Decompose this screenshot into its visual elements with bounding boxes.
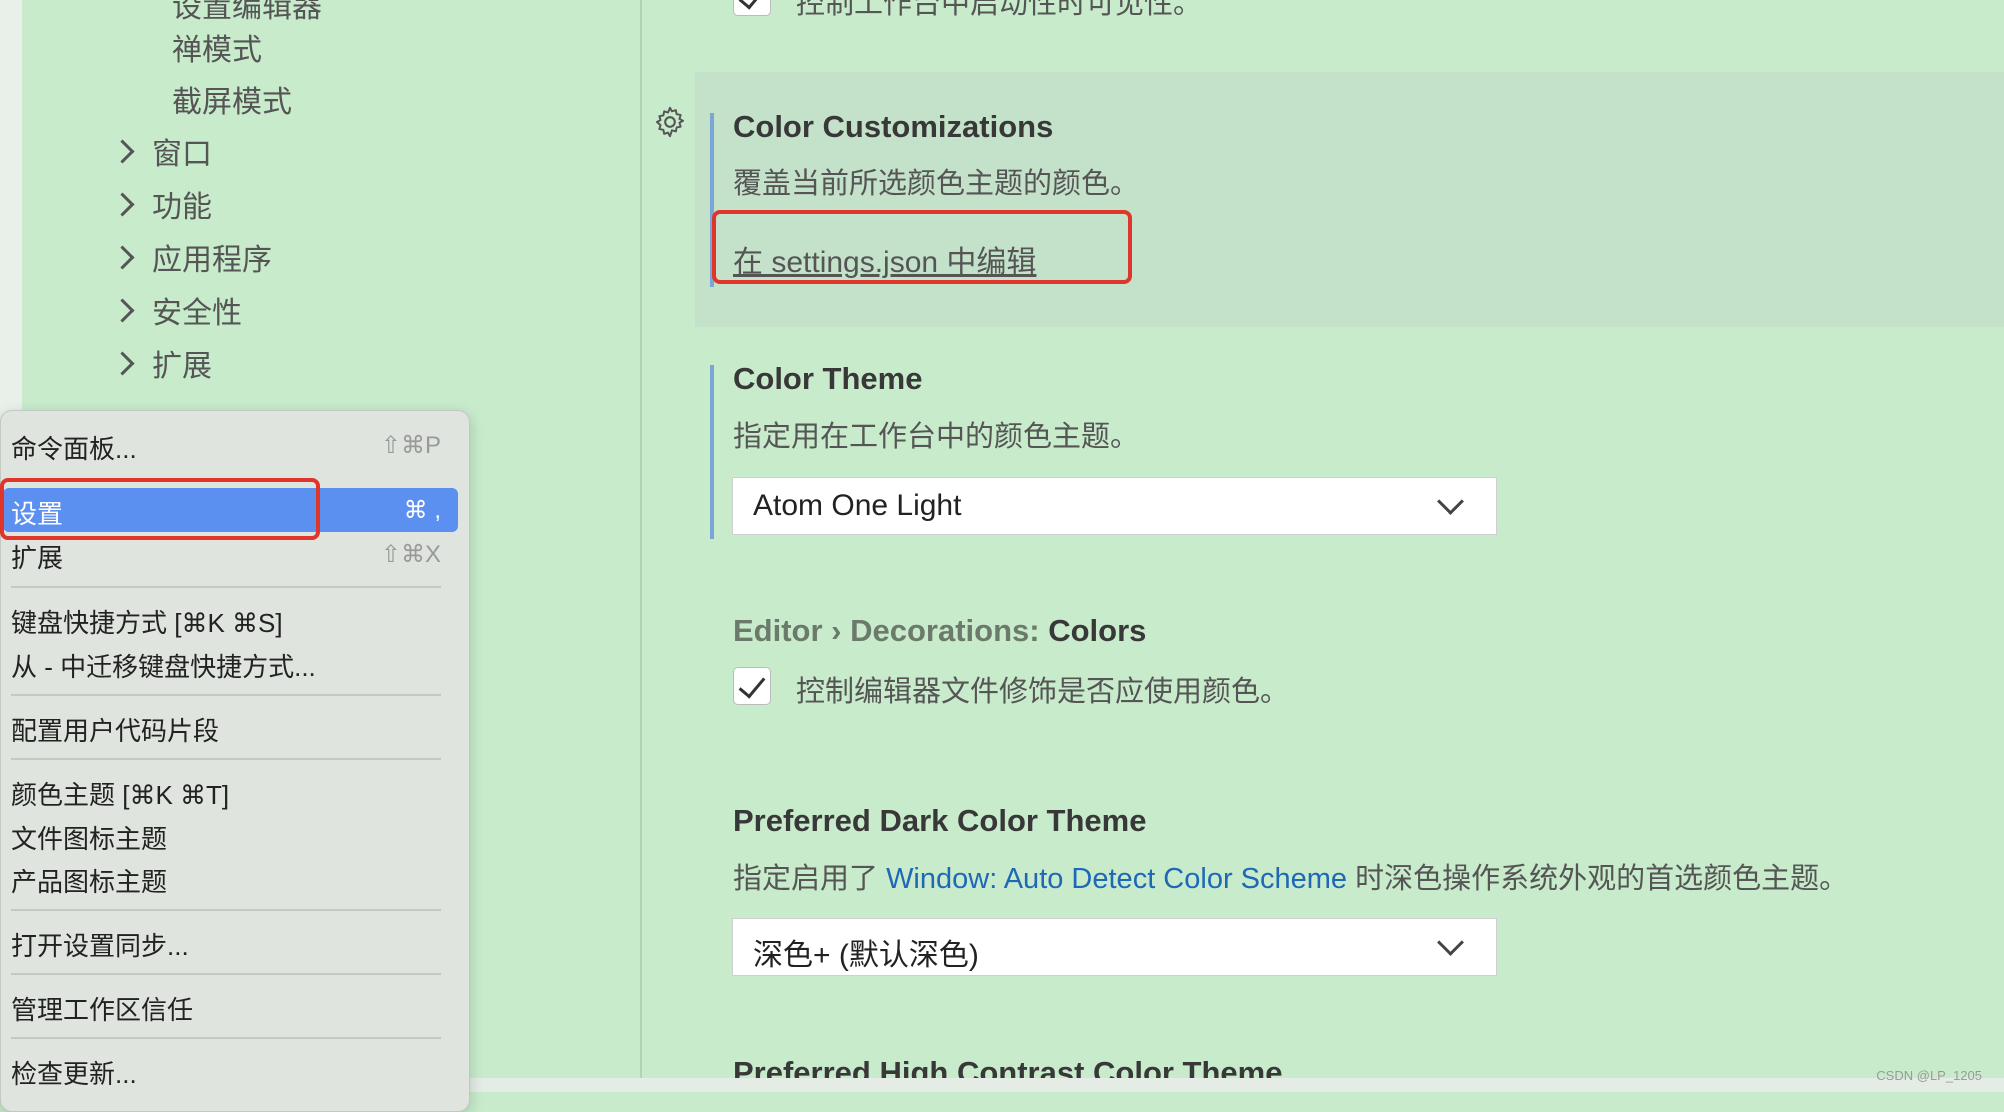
chevron-right-icon[interactable] bbox=[110, 298, 135, 323]
tree-group-extensions[interactable]: 扩展 bbox=[152, 341, 212, 385]
color-theme-select[interactable]: Atom One Light bbox=[732, 477, 1497, 535]
preferred-dark-theme-value: 深色+ (默认深色) bbox=[753, 939, 979, 972]
menu-item-migrate-shortcuts[interactable]: 从 - 中迁移键盘快捷方式... bbox=[11, 647, 316, 684]
check-icon bbox=[738, 0, 766, 10]
setting-title-color-customizations: Color Customizations bbox=[733, 109, 1054, 144]
setting-desc-decorations-colors: 控制编辑器文件修饰是否应使用颜色。 bbox=[796, 676, 1290, 708]
highlight-box-settings bbox=[0, 478, 320, 540]
setting-category: Editor › Decorations: bbox=[733, 613, 1049, 648]
setting-top-desc: 控制工作台中启动性时可见性。 bbox=[796, 0, 1203, 20]
menu-item-extensions[interactable]: 扩展 bbox=[11, 538, 63, 575]
desc-suffix: 时深色操作系统外观的首选颜色主题。 bbox=[1347, 863, 1849, 895]
setting-title-color-theme: Color Theme bbox=[733, 361, 923, 396]
pane-divider[interactable] bbox=[640, 0, 642, 1080]
shortcut-command-palette: ⇧⌘P bbox=[380, 432, 441, 459]
highlight-box-edit-link bbox=[712, 210, 1132, 284]
menu-item-user-snippets[interactable]: 配置用户代码片段 bbox=[11, 711, 219, 748]
setting-desc-preferred-dark: 指定启用了 Window: Auto Detect Color Scheme 时… bbox=[733, 855, 1848, 897]
tree-group-security[interactable]: 安全性 bbox=[152, 288, 242, 332]
tree-group-application[interactable]: 应用程序 bbox=[152, 235, 272, 279]
menu-item-file-icon-theme[interactable]: 文件图标主题 bbox=[11, 819, 167, 856]
setting-desc-color-customizations: 覆盖当前所选颜色主题的颜色。 bbox=[733, 168, 1140, 200]
setting-top-checkbox[interactable] bbox=[733, 0, 771, 16]
menu-item-command-palette[interactable]: 命令面板... bbox=[11, 429, 137, 466]
setting-name: Colors bbox=[1048, 613, 1147, 648]
menu-item-keyboard-shortcuts[interactable]: 键盘快捷方式 [⌘K ⌘S] bbox=[11, 603, 283, 640]
check-icon bbox=[738, 670, 766, 699]
menu-separator bbox=[11, 694, 441, 696]
menu-separator bbox=[11, 909, 441, 911]
chevron-right-icon[interactable] bbox=[110, 139, 135, 164]
preferred-dark-theme-select[interactable]: 深色+ (默认深色) bbox=[732, 918, 1497, 976]
color-theme-value: Atom One Light bbox=[753, 489, 962, 522]
tree-item-screencast-mode[interactable]: 截屏模式 bbox=[172, 77, 292, 121]
setting-title-preferred-dark: Preferred Dark Color Theme bbox=[733, 803, 1147, 838]
modified-indicator bbox=[710, 365, 714, 539]
menu-separator bbox=[11, 586, 441, 588]
gear-icon[interactable] bbox=[652, 104, 688, 145]
menu-item-product-icon-theme[interactable]: 产品图标主题 bbox=[11, 862, 167, 899]
menu-item-color-theme[interactable]: 颜色主题 [⌘K ⌘T] bbox=[11, 775, 229, 812]
tree-group-features[interactable]: 功能 bbox=[152, 182, 212, 226]
auto-detect-color-scheme-link[interactable]: Window: Auto Detect Color Scheme bbox=[886, 863, 1347, 895]
menu-item-check-updates[interactable]: 检查更新... bbox=[11, 1054, 137, 1091]
chevron-down-icon bbox=[1437, 929, 1464, 956]
setting-desc-color-theme: 指定用在工作台中的颜色主题。 bbox=[733, 421, 1140, 453]
tree-item-settings-editor[interactable]: 设置编辑器 bbox=[172, 0, 322, 26]
shortcut-extensions: ⇧⌘X bbox=[380, 541, 441, 568]
tree-item-zen-mode[interactable]: 禅模式 bbox=[172, 25, 262, 69]
menu-item-workspace-trust[interactable]: 管理工作区信任 bbox=[11, 990, 193, 1027]
chevron-right-icon[interactable] bbox=[110, 192, 135, 217]
menu-separator bbox=[11, 1037, 441, 1039]
shortcut-settings: ⌘ , bbox=[403, 497, 441, 524]
chevron-down-icon bbox=[1437, 488, 1464, 515]
chevron-right-icon[interactable] bbox=[110, 351, 135, 376]
menu-separator bbox=[11, 758, 441, 760]
decorations-colors-checkbox[interactable] bbox=[733, 667, 771, 705]
menu-item-settings-sync[interactable]: 打开设置同步... bbox=[11, 926, 189, 963]
setting-title-decorations-colors: Editor › Decorations: Colors bbox=[733, 613, 1146, 649]
desc-prefix: 指定启用了 bbox=[733, 863, 887, 895]
chevron-right-icon[interactable] bbox=[110, 245, 135, 270]
tree-group-window[interactable]: 窗口 bbox=[152, 129, 212, 173]
watermark: CSDN @LP_1205 bbox=[1876, 1068, 1982, 1083]
menu-separator bbox=[11, 973, 441, 975]
